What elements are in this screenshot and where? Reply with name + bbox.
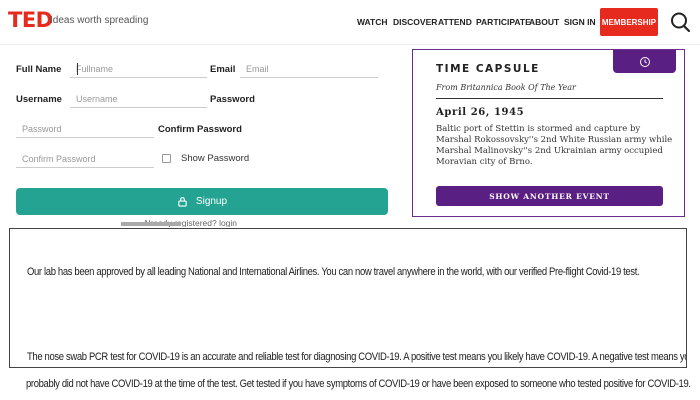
show-another-event-button[interactable]: SHOW ANOTHER EVENT <box>436 186 663 206</box>
password-label: Password <box>210 94 255 105</box>
nav-watch[interactable]: WATCH <box>357 17 388 27</box>
username-label: Username <box>16 94 62 105</box>
email-label: Email <box>210 64 236 75</box>
top-nav-bar: TED Ideas worth spreading WATCH DISCOVER… <box>0 0 700 45</box>
divider-strip <box>121 222 181 226</box>
confirm-password-label: Confirm Password <box>158 124 242 135</box>
covid-info-panel: Our lab has been approved by all leading… <box>9 228 687 368</box>
info-paragraph-2-line-2: probably did not have COVID-19 at the ti… <box>26 378 691 390</box>
nav-participate[interactable]: PARTICIPATE <box>476 17 531 27</box>
confirm-password-input[interactable] <box>16 150 154 168</box>
show-password-label: Show Password <box>181 153 250 164</box>
capsule-badge <box>613 50 676 73</box>
ted-logo[interactable]: TED <box>8 8 53 32</box>
username-input[interactable] <box>70 90 207 108</box>
time-capsule-divider <box>436 98 663 99</box>
event-description: Baltic port of Stettin is stormed and ca… <box>436 124 673 167</box>
event-date: April 26, 1945 <box>436 107 525 118</box>
time-capsule-subtitle: From Britannica Book Of The Year <box>436 83 576 92</box>
nav-sign-in[interactable]: SIGN IN <box>564 17 596 27</box>
signup-button-label: Signup <box>195 196 228 207</box>
text-cursor <box>77 63 78 75</box>
search-icon[interactable] <box>669 11 691 33</box>
lock-icon <box>178 197 187 207</box>
time-capsule-widget: TIME CAPSULE From Britannica Book Of The… <box>412 49 685 217</box>
tagline: Ideas worth spreading <box>50 15 149 26</box>
nav-about[interactable]: ABOUT <box>529 17 559 27</box>
password-input[interactable] <box>16 120 154 138</box>
nav-attend[interactable]: ATTEND <box>438 17 472 27</box>
nav-discover[interactable]: DISCOVER <box>393 17 437 27</box>
fullname-input[interactable] <box>70 60 207 78</box>
info-paragraph-2-line-1: The nose swab PCR test for COVID-19 is a… <box>27 351 687 363</box>
clock-icon <box>639 56 650 67</box>
time-capsule-title: TIME CAPSULE <box>436 63 540 75</box>
email-input[interactable] <box>240 60 378 78</box>
info-paragraph-1: Our lab has been approved by all leading… <box>27 266 640 278</box>
show-password-checkbox[interactable] <box>162 154 171 163</box>
membership-button[interactable]: MEMBERSHIP <box>600 8 658 36</box>
fullname-label: Full Name <box>16 64 62 75</box>
signup-button[interactable]: Signup <box>16 188 388 215</box>
